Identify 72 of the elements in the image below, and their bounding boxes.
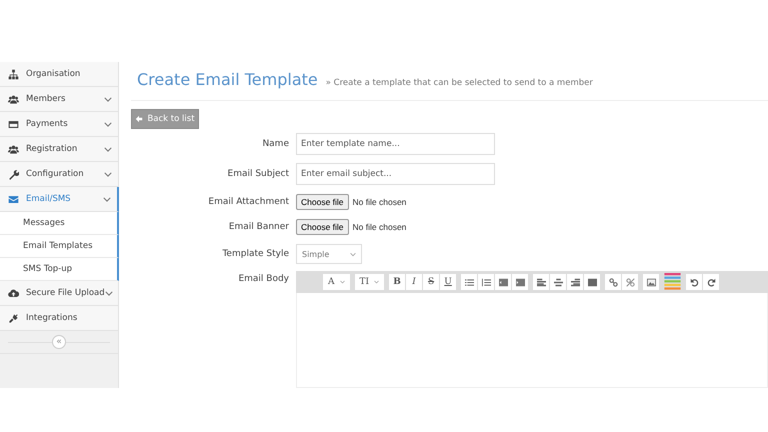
page-subtitle: » Create a template that can be selected to send to a member bbox=[326, 78, 593, 88]
chevron-down-icon bbox=[104, 146, 112, 152]
color-palette-icon[interactable] bbox=[664, 273, 682, 291]
users-icon bbox=[8, 144, 19, 154]
chevron-down-icon bbox=[104, 290, 113, 296]
nav-label: Secure File Upload bbox=[26, 288, 105, 298]
arrow-left-icon bbox=[135, 115, 144, 123]
wrench-icon bbox=[8, 168, 19, 180]
nav-item[interactable]: Email/SMS bbox=[0, 187, 119, 212]
choose-file-button[interactable]: Choose file bbox=[296, 194, 349, 210]
nav-item[interactable]: Members bbox=[0, 87, 118, 112]
submenu-item[interactable]: Messages bbox=[0, 212, 119, 235]
chevron-down-icon bbox=[103, 196, 111, 202]
nav-label: Organisation bbox=[26, 69, 82, 79]
submenu-item[interactable]: Email Templates bbox=[0, 235, 119, 258]
chevron-down-icon bbox=[340, 280, 344, 284]
outdent-icon[interactable] bbox=[495, 274, 512, 290]
field-label: Email Attachment bbox=[207, 196, 290, 206]
chevron-down-icon bbox=[104, 96, 112, 102]
format-button[interactable]: S bbox=[423, 274, 440, 290]
nav-label: Registration bbox=[26, 144, 78, 154]
file-status: No file chosen bbox=[352, 222, 406, 232]
subject-field[interactable]: Enter email subject... bbox=[296, 163, 495, 185]
field-label: Name bbox=[261, 139, 290, 149]
nav-item[interactable]: Secure File Upload bbox=[0, 281, 118, 306]
align-right-icon[interactable] bbox=[567, 274, 584, 290]
image-icon[interactable] bbox=[643, 274, 660, 290]
nav-item[interactable]: Registration bbox=[0, 137, 118, 162]
nav-label: Payments bbox=[26, 119, 69, 129]
format-button[interactable]: I bbox=[406, 274, 422, 290]
nav-label: Integrations bbox=[26, 313, 78, 323]
indent-icon[interactable] bbox=[512, 274, 528, 290]
font-button[interactable]: A bbox=[323, 274, 350, 290]
justify-icon[interactable] bbox=[584, 274, 600, 290]
hierarchy-icon bbox=[8, 68, 19, 80]
font-size-button[interactable]: TI bbox=[354, 274, 384, 290]
cloud-upload-icon bbox=[8, 288, 19, 298]
card-icon bbox=[8, 118, 19, 130]
nav-label: Members bbox=[26, 94, 66, 104]
choose-file-button[interactable]: Choose file bbox=[296, 218, 349, 234]
nav-item[interactable]: Configuration bbox=[0, 162, 118, 187]
file-status: No file chosen bbox=[352, 196, 406, 206]
chevron-down-icon bbox=[350, 252, 356, 256]
field-label: Email Subject bbox=[226, 169, 290, 179]
align-left-icon[interactable] bbox=[533, 274, 550, 290]
link-icon[interactable] bbox=[605, 274, 622, 290]
align-center-icon[interactable] bbox=[550, 274, 566, 290]
bullet-list-icon[interactable] bbox=[461, 274, 478, 290]
field-label: Email Body bbox=[237, 273, 290, 284]
submenu-item[interactable]: SMS Top-up bbox=[0, 258, 119, 281]
page-title: Create Email Template bbox=[137, 70, 318, 89]
nav-label: Configuration bbox=[26, 169, 85, 179]
users-icon bbox=[8, 94, 19, 104]
style-dropdown[interactable]: Simple bbox=[296, 244, 362, 264]
nav-item[interactable]: Payments bbox=[0, 112, 118, 137]
numbered-list-icon[interactable] bbox=[478, 274, 494, 290]
field-label: Template Style bbox=[221, 249, 290, 259]
plug-icon bbox=[8, 312, 19, 324]
format-button[interactable]: B bbox=[389, 274, 406, 290]
format-button[interactable]: U bbox=[440, 274, 456, 290]
undo-icon[interactable] bbox=[686, 274, 702, 290]
nav-item[interactable]: Organisation bbox=[0, 62, 118, 87]
chevron-down-icon bbox=[104, 122, 112, 126]
nav-item[interactable]: Integrations bbox=[0, 306, 118, 331]
envelope-icon bbox=[8, 194, 19, 204]
chevron-down-icon bbox=[104, 172, 112, 176]
chevron-down-icon bbox=[374, 280, 380, 284]
nav-label: Email/SMS bbox=[26, 194, 72, 204]
unlink-icon[interactable] bbox=[622, 274, 638, 290]
redo-icon[interactable] bbox=[703, 274, 720, 290]
name-field[interactable]: Enter template name... bbox=[296, 133, 495, 155]
field-label: Email Banner bbox=[228, 222, 290, 232]
